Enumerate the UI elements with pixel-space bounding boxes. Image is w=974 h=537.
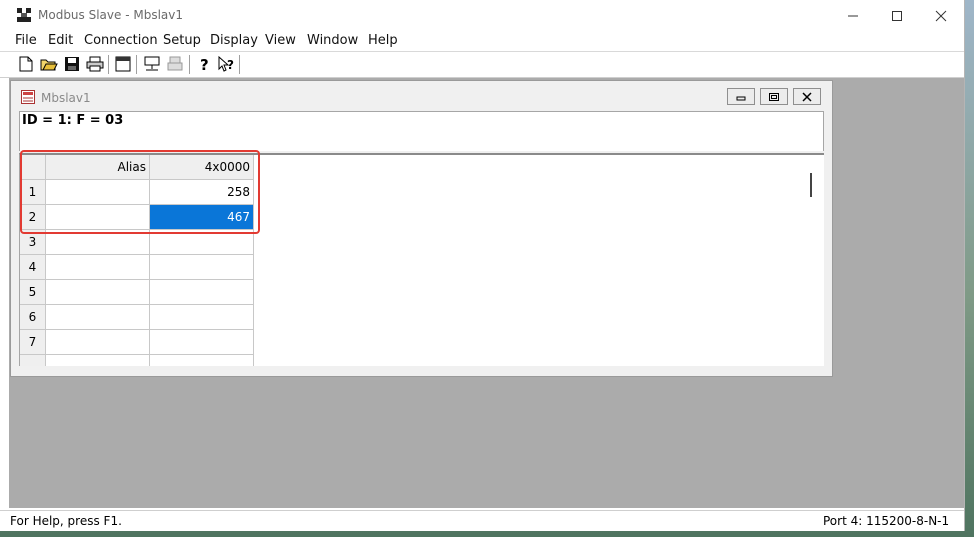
- window-icon: [115, 56, 131, 72]
- context-help-button[interactable]: ?: [218, 55, 236, 73]
- row-header[interactable]: 5: [20, 280, 46, 305]
- menu-display[interactable]: Display: [210, 33, 258, 48]
- save-button[interactable]: [63, 55, 81, 73]
- save-icon: [65, 57, 79, 71]
- status-port-text: Port 4: 115200-8-N-1: [823, 514, 950, 528]
- menu-connection[interactable]: Connection: [84, 33, 158, 48]
- slave-id-panel: ID = 1: F = 03: [19, 111, 824, 151]
- connect-button[interactable]: [143, 55, 161, 73]
- annotation-highlight-box: [20, 150, 260, 234]
- menu-help[interactable]: Help: [368, 33, 398, 48]
- maximize-button[interactable]: [874, 0, 920, 31]
- alias-cell[interactable]: [46, 355, 150, 366]
- status-help-text: For Help, press F1.: [10, 514, 122, 528]
- document-icon: [21, 90, 35, 104]
- toolbar-separator: [239, 55, 241, 74]
- close-icon: [802, 91, 812, 102]
- menu-view[interactable]: View: [265, 33, 296, 48]
- disconnect-button[interactable]: [166, 55, 184, 73]
- child-minimize-button[interactable]: [727, 88, 755, 105]
- menu-edit[interactable]: Edit: [48, 33, 73, 48]
- open-folder-icon: [40, 59, 58, 71]
- toolbar-separator: [108, 55, 110, 74]
- close-icon: [935, 10, 947, 21]
- child-title-bar[interactable]: Mbslav1: [11, 81, 832, 109]
- minimize-button[interactable]: [830, 0, 876, 31]
- print-icon: [86, 56, 104, 72]
- register-value-cell[interactable]: [150, 305, 254, 330]
- row-header[interactable]: [20, 355, 46, 366]
- connect-icon: [144, 56, 160, 71]
- register-value-cell[interactable]: [150, 255, 254, 280]
- toolbar-separator: [136, 55, 138, 74]
- minimize-icon: [736, 96, 746, 100]
- maximize-icon: [892, 10, 902, 21]
- open-button[interactable]: [40, 55, 58, 73]
- close-button[interactable]: [918, 0, 964, 31]
- menu-bar: File Edit Connection Setup Display View …: [0, 31, 964, 51]
- register-value-cell[interactable]: [150, 355, 254, 366]
- scrollbar-thumb[interactable]: [810, 173, 812, 197]
- title-bar[interactable]: Modbus Slave - Mbslav1: [0, 0, 964, 31]
- svg-text:?: ?: [200, 56, 209, 72]
- register-value-cell[interactable]: [150, 330, 254, 355]
- alias-cell[interactable]: [46, 305, 150, 330]
- toolbar-separator: [189, 55, 191, 74]
- menu-window[interactable]: Window: [307, 33, 358, 48]
- status-bar: For Help, press F1. Port 4: 115200-8-N-1: [0, 510, 964, 531]
- row-header[interactable]: 6: [20, 305, 46, 330]
- alias-cell[interactable]: [46, 255, 150, 280]
- child-window-title: Mbslav1: [41, 91, 91, 105]
- help-icon: ?: [200, 56, 209, 72]
- help-button[interactable]: ?: [196, 55, 214, 73]
- slave-id-function-label: ID = 1: F = 03: [22, 113, 124, 128]
- restore-icon: [769, 92, 779, 101]
- minimize-icon: [848, 15, 858, 16]
- menu-setup[interactable]: Setup: [163, 33, 201, 48]
- child-close-button[interactable]: [793, 88, 821, 105]
- menu-file[interactable]: File: [15, 33, 37, 48]
- modbus-app-icon: [17, 8, 31, 22]
- window-button[interactable]: [114, 55, 132, 73]
- print-button[interactable]: [86, 55, 104, 73]
- row-header[interactable]: 4: [20, 255, 46, 280]
- context-help-icon: ?: [218, 56, 234, 72]
- new-button[interactable]: [17, 55, 35, 73]
- disconnect-icon: [167, 56, 183, 71]
- app-window: Modbus Slave - Mbslav1 File Edit Connect…: [0, 0, 965, 531]
- svg-text:?: ?: [227, 58, 234, 72]
- toolbar: ? ?: [0, 51, 964, 78]
- row-header[interactable]: 7: [20, 330, 46, 355]
- alias-cell[interactable]: [46, 280, 150, 305]
- alias-cell[interactable]: [46, 330, 150, 355]
- child-restore-button[interactable]: [760, 88, 788, 105]
- new-file-icon: [19, 56, 33, 72]
- vertical-scrollbar[interactable]: [806, 155, 823, 366]
- window-title: Modbus Slave - Mbslav1: [38, 8, 183, 22]
- register-value-cell[interactable]: [150, 280, 254, 305]
